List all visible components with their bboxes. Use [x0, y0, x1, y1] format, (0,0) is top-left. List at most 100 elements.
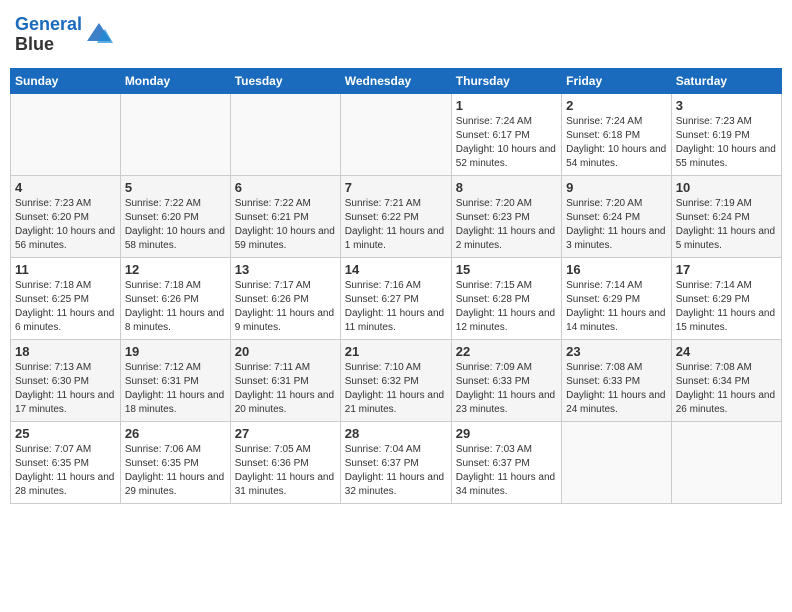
weekday-header: Wednesday — [340, 68, 451, 93]
empty-cell — [671, 421, 781, 503]
day-number: 28 — [345, 426, 447, 441]
day-number: 10 — [676, 180, 777, 195]
weekday-header: Saturday — [671, 68, 781, 93]
day-info: Sunrise: 7:16 AM Sunset: 6:27 PM Dayligh… — [345, 279, 447, 335]
day-number: 7 — [345, 180, 447, 195]
day-number: 26 — [125, 426, 226, 441]
logo-text: GeneralBlue — [15, 15, 82, 55]
calendar-day-cell: 18 Sunrise: 7:13 AM Sunset: 6:30 PM Dayli… — [11, 339, 121, 421]
day-number: 24 — [676, 344, 777, 359]
day-number: 14 — [345, 262, 447, 277]
calendar-day-cell: 26 Sunrise: 7:06 AM Sunset: 6:35 PM Dayli… — [120, 421, 230, 503]
calendar-day-cell: 11 Sunrise: 7:18 AM Sunset: 6:25 PM Dayli… — [11, 257, 121, 339]
day-info: Sunrise: 7:24 AM Sunset: 6:18 PM Dayligh… — [566, 115, 667, 171]
day-info: Sunrise: 7:10 AM Sunset: 6:32 PM Dayligh… — [345, 361, 447, 417]
day-number: 5 — [125, 180, 226, 195]
day-info: Sunrise: 7:23 AM Sunset: 6:19 PM Dayligh… — [676, 115, 777, 171]
day-info: Sunrise: 7:08 AM Sunset: 6:33 PM Dayligh… — [566, 361, 667, 417]
empty-cell — [11, 93, 121, 175]
day-number: 18 — [15, 344, 116, 359]
weekday-header: Monday — [120, 68, 230, 93]
day-number: 22 — [456, 344, 557, 359]
day-info: Sunrise: 7:05 AM Sunset: 6:36 PM Dayligh… — [235, 443, 336, 499]
logo: GeneralBlue — [15, 15, 113, 55]
day-number: 27 — [235, 426, 336, 441]
calendar-day-cell: 4 Sunrise: 7:23 AM Sunset: 6:20 PM Daylig… — [11, 175, 121, 257]
weekday-header: Sunday — [11, 68, 121, 93]
calendar-day-cell: 29Sunrise: 7:03 AM Sunset: 6:37 PM Dayli… — [451, 421, 561, 503]
day-info: Sunrise: 7:13 AM Sunset: 6:30 PM Dayligh… — [15, 361, 116, 417]
empty-cell — [120, 93, 230, 175]
calendar-day-cell: 14 Sunrise: 7:16 AM Sunset: 6:27 PM Dayli… — [340, 257, 451, 339]
calendar-day-cell: 10 Sunrise: 7:19 AM Sunset: 6:24 PM Dayli… — [671, 175, 781, 257]
day-number: 15 — [456, 262, 557, 277]
day-number: 6 — [235, 180, 336, 195]
day-number: 23 — [566, 344, 667, 359]
calendar-day-cell: 27 Sunrise: 7:05 AM Sunset: 6:36 PM Dayli… — [230, 421, 340, 503]
calendar-day-cell: 24 Sunrise: 7:08 AM Sunset: 6:34 PM Dayli… — [671, 339, 781, 421]
day-info: Sunrise: 7:11 AM Sunset: 6:31 PM Dayligh… — [235, 361, 336, 417]
day-number: 17 — [676, 262, 777, 277]
weekday-header: Friday — [562, 68, 672, 93]
day-number: 12 — [125, 262, 226, 277]
calendar-day-cell: 1 Sunrise: 7:24 AM Sunset: 6:17 PM Daylig… — [451, 93, 561, 175]
calendar-day-cell: 16 Sunrise: 7:14 AM Sunset: 6:29 PM Dayli… — [562, 257, 672, 339]
calendar-day-cell: 9 Sunrise: 7:20 AM Sunset: 6:24 PM Daylig… — [562, 175, 672, 257]
day-info: Sunrise: 7:14 AM Sunset: 6:29 PM Dayligh… — [566, 279, 667, 335]
day-number: 8 — [456, 180, 557, 195]
day-number: 21 — [345, 344, 447, 359]
day-number: 4 — [15, 180, 116, 195]
calendar-day-cell: 7 Sunrise: 7:21 AM Sunset: 6:22 PM Daylig… — [340, 175, 451, 257]
calendar-day-cell: 3 Sunrise: 7:23 AM Sunset: 6:19 PM Daylig… — [671, 93, 781, 175]
logo-icon — [85, 21, 113, 49]
day-number: 2 — [566, 98, 667, 113]
empty-cell — [340, 93, 451, 175]
day-number: 11 — [15, 262, 116, 277]
day-info: Sunrise: 7:18 AM Sunset: 6:26 PM Dayligh… — [125, 279, 226, 335]
calendar-day-cell: 23 Sunrise: 7:08 AM Sunset: 6:33 PM Dayli… — [562, 339, 672, 421]
calendar-day-cell: 25 Sunrise: 7:07 AM Sunset: 6:35 PM Dayli… — [11, 421, 121, 503]
calendar-day-cell: 5 Sunrise: 7:22 AM Sunset: 6:20 PM Daylig… — [120, 175, 230, 257]
day-info: Sunrise: 7:23 AM Sunset: 6:20 PM Dayligh… — [15, 197, 116, 253]
day-info: Sunrise: 7:21 AM Sunset: 6:22 PM Dayligh… — [345, 197, 447, 253]
day-number: 3 — [676, 98, 777, 113]
day-info: Sunrise: 7:15 AM Sunset: 6:28 PM Dayligh… — [456, 279, 557, 335]
day-number: 13 — [235, 262, 336, 277]
calendar-day-cell: 28 Sunrise: 7:04 AM Sunset: 6:37 PM Dayli… — [340, 421, 451, 503]
day-info: Sunrise: 7:08 AM Sunset: 6:34 PM Dayligh… — [676, 361, 777, 417]
day-info: Sunrise: 7:14 AM Sunset: 6:29 PM Dayligh… — [676, 279, 777, 335]
calendar-day-cell: 22 Sunrise: 7:09 AM Sunset: 6:33 PM Dayli… — [451, 339, 561, 421]
empty-cell — [230, 93, 340, 175]
day-info: Sunrise: 7:24 AM Sunset: 6:17 PM Dayligh… — [456, 115, 557, 171]
day-info: Sunrise: 7:06 AM Sunset: 6:35 PM Dayligh… — [125, 443, 226, 499]
day-number: 9 — [566, 180, 667, 195]
day-number: 19 — [125, 344, 226, 359]
day-info: Sunrise: 7:18 AM Sunset: 6:25 PM Dayligh… — [15, 279, 116, 335]
weekday-header: Tuesday — [230, 68, 340, 93]
day-info: Sunrise: 7:20 AM Sunset: 6:24 PM Dayligh… — [566, 197, 667, 253]
calendar-header: SundayMondayTuesdayWednesdayThursdayFrid… — [11, 68, 782, 93]
empty-cell — [562, 421, 672, 503]
calendar-day-cell: 13 Sunrise: 7:17 AM Sunset: 6:26 PM Dayli… — [230, 257, 340, 339]
page-header: GeneralBlue — [10, 10, 782, 60]
weekday-header: Thursday — [451, 68, 561, 93]
day-info: Sunrise: 7:20 AM Sunset: 6:23 PM Dayligh… — [456, 197, 557, 253]
calendar-day-cell: 21 Sunrise: 7:10 AM Sunset: 6:32 PM Dayli… — [340, 339, 451, 421]
calendar-day-cell: 12 Sunrise: 7:18 AM Sunset: 6:26 PM Dayli… — [120, 257, 230, 339]
day-info: Sunrise: 7:17 AM Sunset: 6:26 PM Dayligh… — [235, 279, 336, 335]
day-info: Sunrise: 7:22 AM Sunset: 6:20 PM Dayligh… — [125, 197, 226, 253]
day-info: Sunrise: 7:04 AM Sunset: 6:37 PM Dayligh… — [345, 443, 447, 499]
day-info: Sunrise: 7:22 AM Sunset: 6:21 PM Dayligh… — [235, 197, 336, 253]
calendar-day-cell: 17 Sunrise: 7:14 AM Sunset: 6:29 PM Dayli… — [671, 257, 781, 339]
calendar-day-cell: 20 Sunrise: 7:11 AM Sunset: 6:31 PM Dayli… — [230, 339, 340, 421]
day-info: Sunrise: 7:09 AM Sunset: 6:33 PM Dayligh… — [456, 361, 557, 417]
day-number: 20 — [235, 344, 336, 359]
day-number: 16 — [566, 262, 667, 277]
day-number: 1 — [456, 98, 557, 113]
calendar-day-cell: 8 Sunrise: 7:20 AM Sunset: 6:23 PM Daylig… — [451, 175, 561, 257]
day-info: Sunrise: 7:19 AM Sunset: 6:24 PM Dayligh… — [676, 197, 777, 253]
calendar-day-cell: 19Sunrise: 7:12 AM Sunset: 6:31 PM Dayli… — [120, 339, 230, 421]
day-info: Sunrise: 7:07 AM Sunset: 6:35 PM Dayligh… — [15, 443, 116, 499]
day-number: 25 — [15, 426, 116, 441]
calendar-day-cell: 2 Sunrise: 7:24 AM Sunset: 6:18 PM Daylig… — [562, 93, 672, 175]
